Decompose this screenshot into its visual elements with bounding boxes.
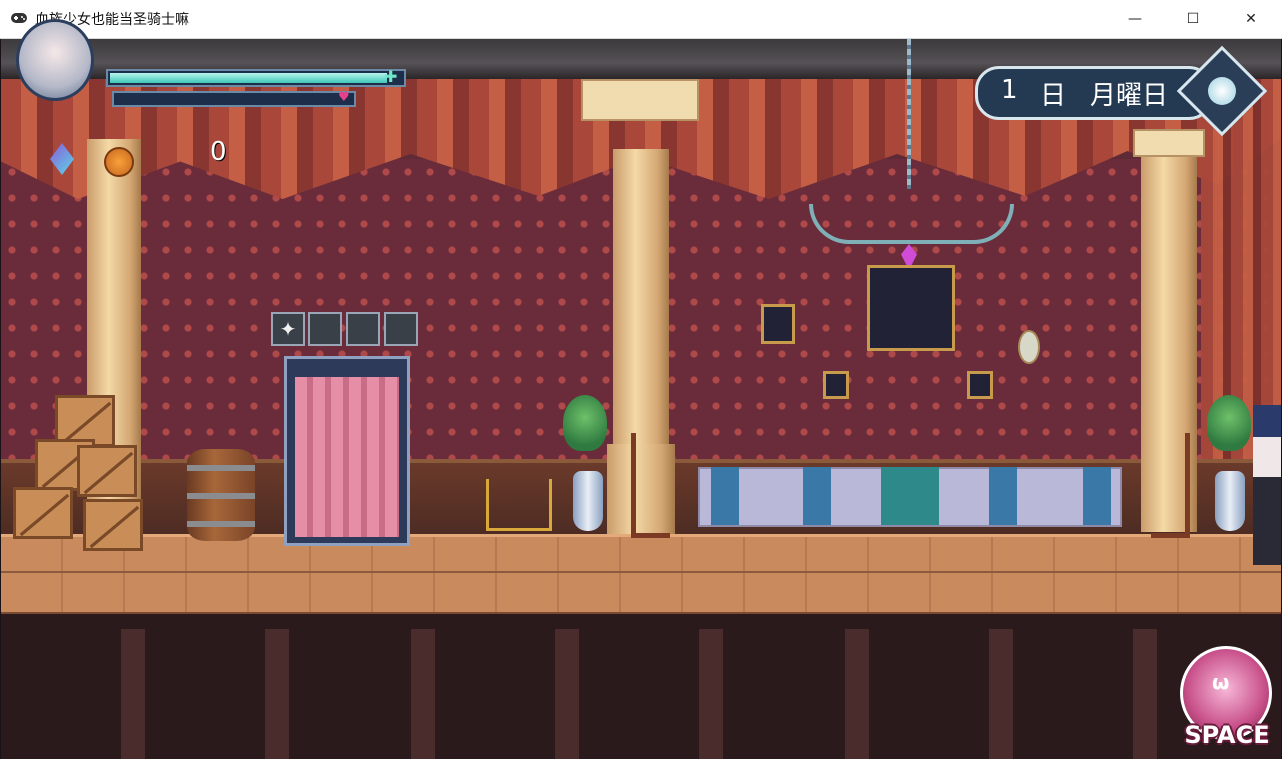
portrait-frame-tiny-right bbox=[967, 371, 993, 399]
portrait-frame-small bbox=[761, 304, 795, 344]
vase bbox=[1215, 471, 1245, 531]
close-button[interactable]: ✕ bbox=[1222, 0, 1280, 38]
basement-beam bbox=[989, 629, 1013, 759]
moth-icon: ✦ bbox=[279, 317, 297, 341]
window-titlebar: 血族少女也能当圣骑士嘛 — ☐ ✕ bbox=[0, 0, 1282, 39]
barrel bbox=[187, 449, 255, 541]
inventory-slot-2[interactable] bbox=[308, 312, 342, 346]
serving-cart bbox=[486, 479, 552, 531]
pillar-capital bbox=[581, 79, 699, 121]
health-bar bbox=[106, 69, 406, 87]
player-portrait bbox=[16, 19, 94, 101]
coin-counter: 0 bbox=[210, 137, 227, 167]
day-unit: 日 bbox=[1040, 81, 1067, 111]
heart-icon: ♥ bbox=[338, 90, 350, 105]
vase bbox=[573, 471, 603, 531]
floor-seam bbox=[1, 571, 1281, 573]
oval-mirror bbox=[1018, 330, 1040, 364]
mana-bar bbox=[112, 91, 356, 107]
portrait-frame-large bbox=[867, 265, 955, 351]
basement-beam bbox=[555, 629, 579, 759]
minimize-button[interactable]: — bbox=[1106, 0, 1164, 38]
inventory-slot-3[interactable] bbox=[346, 312, 380, 346]
basement-beam bbox=[699, 629, 723, 759]
table-runner bbox=[1083, 467, 1111, 525]
maid-character[interactable] bbox=[1253, 405, 1281, 565]
table-runner bbox=[989, 467, 1017, 525]
weekday-label: 月曜日 bbox=[1090, 81, 1169, 111]
space-label[interactable]: SPACE bbox=[1182, 721, 1272, 749]
basement-beam bbox=[411, 629, 435, 759]
potted-plant bbox=[563, 395, 607, 451]
changing-booth-door[interactable] bbox=[284, 356, 410, 546]
wooden-floor bbox=[1, 534, 1281, 618]
dining-chair-right bbox=[1151, 433, 1190, 538]
booth-curtain bbox=[295, 377, 399, 537]
basement-beam bbox=[265, 629, 289, 759]
inventory-slot-1[interactable]: ✦ bbox=[271, 312, 305, 346]
health-fill bbox=[110, 73, 387, 83]
backpack-icon: ω bbox=[1212, 670, 1230, 694]
moon-core bbox=[1208, 77, 1236, 105]
dining-chair-left bbox=[631, 433, 670, 538]
portrait-frame-tiny-left bbox=[823, 371, 849, 399]
wooden-crate bbox=[13, 487, 73, 539]
table-runner bbox=[711, 467, 739, 525]
plus-icon: ✚ bbox=[384, 67, 398, 86]
day-number: 1 bbox=[1001, 75, 1018, 105]
basement bbox=[1, 614, 1281, 759]
inventory-slot-4[interactable] bbox=[384, 312, 418, 346]
game-viewport[interactable]: ✦ bbox=[1, 39, 1281, 759]
pillar-center bbox=[613, 149, 669, 449]
table-runner bbox=[881, 467, 939, 525]
pillar-capital-right bbox=[1133, 129, 1205, 157]
coin-icon bbox=[104, 147, 134, 177]
chandelier-chain bbox=[907, 39, 911, 189]
maximize-button[interactable]: ☐ bbox=[1164, 0, 1222, 38]
basement-beam bbox=[1133, 629, 1157, 759]
wooden-crate bbox=[83, 499, 143, 551]
potted-plant bbox=[1207, 395, 1251, 451]
basement-beam bbox=[845, 629, 869, 759]
gamepad-icon bbox=[11, 13, 27, 23]
wooden-crate bbox=[77, 445, 137, 497]
table-runner bbox=[803, 467, 831, 525]
chandelier bbox=[809, 204, 1014, 244]
basement-beam bbox=[121, 629, 145, 759]
